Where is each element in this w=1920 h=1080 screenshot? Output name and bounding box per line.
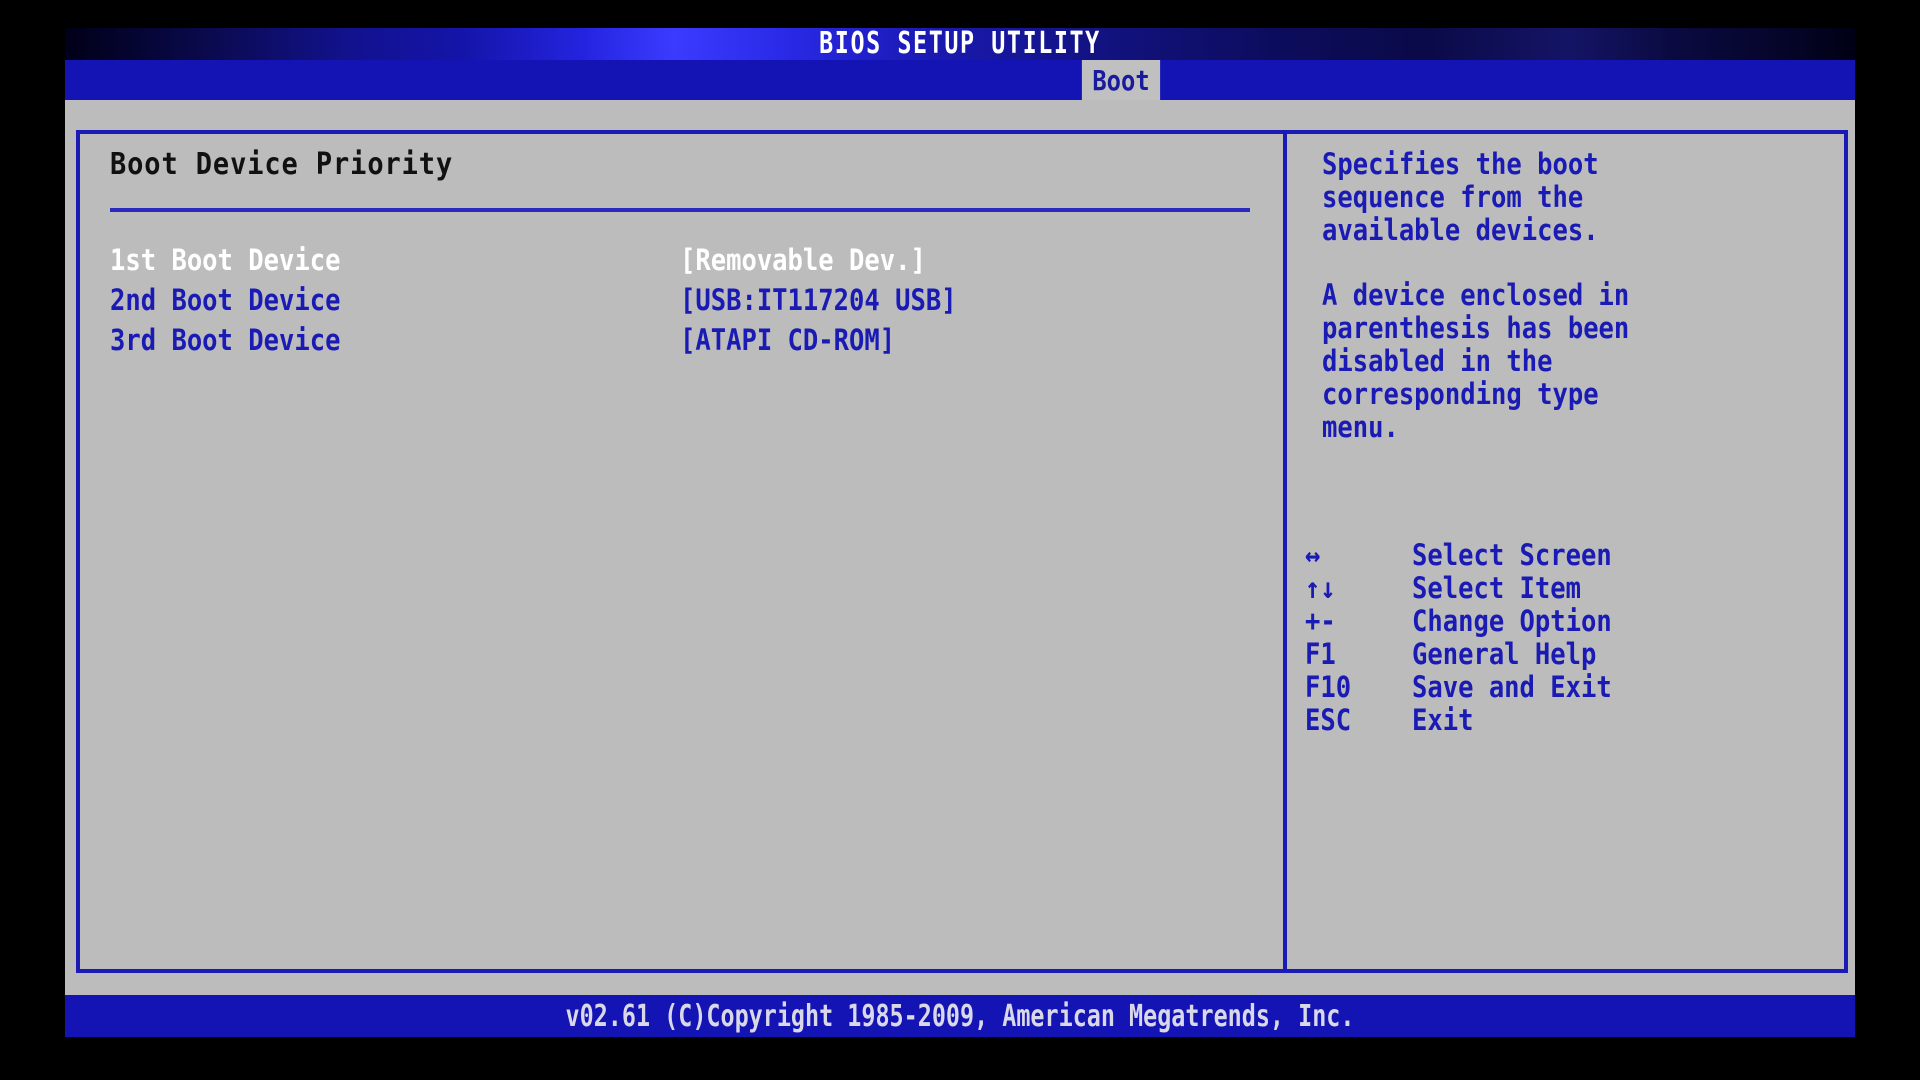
legend-label: Select Item — [1412, 571, 1582, 605]
section-title: Boot Device Priority — [110, 147, 454, 182]
help-text-line: sequence from the — [1322, 180, 1584, 214]
legend-row-general-help: F1 General Help — [1287, 638, 1848, 671]
setting-value[interactable]: [Removable Dev.] — [680, 244, 926, 277]
legend-label: Exit — [1412, 703, 1474, 737]
section-divider — [110, 208, 1250, 212]
setting-label: 2nd Boot Device — [110, 283, 341, 317]
menu-tab-bar[interactable]: Boot — [65, 60, 1855, 100]
setting-row-2[interactable]: 2nd Boot Device [USB:IT117204 USB] — [80, 284, 1283, 317]
setting-row-3[interactable]: 3rd Boot Device [ATAPI CD-ROM] — [80, 324, 1283, 357]
f10-key-icon: F10 — [1305, 670, 1352, 704]
footer-bar: v02.61 (C)Copyright 1985-2009, American … — [65, 995, 1855, 1037]
copyright-text: v02.61 (C)Copyright 1985-2009, American … — [565, 999, 1355, 1034]
up-down-arrow-icon: ↑↓ — [1305, 571, 1336, 605]
esc-key-icon: ESC — [1305, 703, 1352, 737]
bios-screen: BIOS SETUP UTILITY Boot Boot Device Prio… — [0, 0, 1920, 1080]
legend-row-select-item: ↑↓ Select Item — [1287, 572, 1848, 605]
legend-row-select-screen: ↔ Select Screen — [1287, 539, 1848, 572]
help-text-line: A device enclosed in — [1322, 278, 1630, 312]
left-right-arrow-icon: ↔ — [1305, 538, 1321, 572]
legend-row-change-option: +- Change Option — [1287, 605, 1848, 638]
legend-label: Select Screen — [1412, 538, 1612, 572]
f1-key-icon: F1 — [1305, 637, 1336, 671]
help-text-line: disabled in the — [1322, 344, 1553, 378]
help-text-line: Specifies the boot — [1322, 147, 1599, 181]
title-bar: BIOS SETUP UTILITY — [65, 28, 1855, 60]
setting-label: 1st Boot Device — [110, 243, 341, 277]
help-column: Specifies the boot sequence from the ava… — [1287, 134, 1848, 969]
page-title: BIOS SETUP UTILITY — [819, 28, 1101, 60]
plus-minus-icon: +- — [1305, 604, 1336, 638]
legend-label: Change Option — [1412, 604, 1612, 638]
help-text-line: corresponding type — [1322, 377, 1599, 411]
main-panel: Boot Device Priority 1st Boot Device [Re… — [76, 130, 1848, 973]
settings-column: Boot Device Priority 1st Boot Device [Re… — [80, 134, 1283, 969]
legend-row-save-and-exit: F10 Save and Exit — [1287, 671, 1848, 704]
help-text-line: menu. — [1322, 410, 1399, 444]
setting-label: 3rd Boot Device — [110, 323, 341, 357]
help-text-line: available devices. — [1322, 213, 1599, 247]
setting-value[interactable]: [ATAPI CD-ROM] — [680, 324, 895, 357]
setting-value[interactable]: [USB:IT117204 USB] — [680, 284, 957, 317]
legend-label: Save and Exit — [1412, 670, 1612, 704]
legend-row-exit: ESC Exit — [1287, 704, 1848, 737]
legend-label: General Help — [1412, 637, 1597, 671]
setting-row-1[interactable]: 1st Boot Device [Removable Dev.] — [80, 244, 1283, 277]
tab-boot[interactable]: Boot — [1081, 60, 1161, 100]
help-text-line: parenthesis has been — [1322, 311, 1630, 345]
